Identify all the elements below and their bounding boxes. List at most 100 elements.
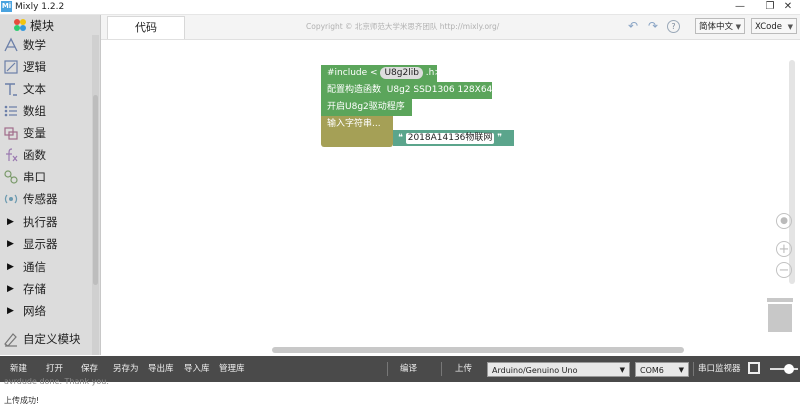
- expand-triangle-icon: ▶: [7, 306, 14, 316]
- include-lib-field[interactable]: U8g2lib: [380, 67, 423, 79]
- sidebar-item-storage[interactable]: ▶ 存储: [0, 278, 92, 300]
- input-label: 输入字符串...: [327, 119, 381, 129]
- upload-button[interactable]: 上传: [455, 356, 472, 382]
- console-line: avrdude done. Thank you.: [4, 377, 109, 386]
- sidebar-item-label: 存储: [23, 282, 46, 296]
- tab-bar: 代码 Copyright © 北京师范大学米思齐团队 http://mixly.…: [101, 15, 800, 40]
- chevron-down-icon: ▼: [619, 366, 625, 374]
- sidebar-item-sensor[interactable]: 传感器: [0, 188, 92, 210]
- language-select[interactable]: 简体中文 ▼: [695, 18, 745, 34]
- theme-select[interactable]: XCode ▼: [751, 18, 797, 34]
- sidebar-item-function[interactable]: 函数: [0, 144, 92, 166]
- sidebar-item-math[interactable]: 数学: [0, 34, 92, 56]
- toolbar-divider: [441, 362, 442, 376]
- title-bar: Mi Mixly 1.2.2 — ❐ ✕: [0, 0, 800, 15]
- sidebar-item-label: 文本: [23, 82, 46, 96]
- sidebar-item-text[interactable]: 文本: [0, 78, 92, 100]
- expand-triangle-icon: ▶: [7, 239, 14, 249]
- save-as-button[interactable]: 另存为: [113, 356, 139, 382]
- expand-triangle-icon: ▶: [7, 217, 14, 227]
- sidebar-item-network[interactable]: ▶ 网络: [0, 300, 92, 322]
- function-icon: [6, 148, 18, 162]
- modules-header-label: 模块: [30, 19, 55, 33]
- sidebar-scrollbar-thumb[interactable]: [93, 95, 98, 285]
- zoom-in-icon[interactable]: +: [776, 241, 792, 257]
- math-icon: [4, 37, 18, 52]
- minimize-button[interactable]: —: [728, 0, 752, 14]
- board-select-value: Arduino/Genuino Uno: [492, 366, 578, 375]
- string-value-field[interactable]: 2018A14136物联网: [405, 133, 495, 144]
- text-string-block[interactable]: ❝ 2018A14136物联网 ❞: [393, 130, 514, 146]
- sidebar-item-communication[interactable]: ▶ 通信: [0, 256, 92, 278]
- colorful-puzzle-icon: [14, 19, 26, 31]
- trash-icon[interactable]: [767, 298, 793, 302]
- recenter-icon[interactable]: ●: [776, 213, 792, 229]
- config-value-dropdown[interactable]: U8g2 SSD1306 128X64: [387, 85, 493, 95]
- sidebar-item-label: 自定义模块: [23, 332, 81, 346]
- serial-icon: [4, 170, 18, 184]
- chevron-down-icon: ▼: [678, 366, 684, 374]
- text-icon: [5, 83, 17, 96]
- modules-header: 模块: [13, 17, 54, 35]
- sidebar-item-list[interactable]: 数组: [0, 100, 92, 122]
- sidebar-item-logic[interactable]: 逻辑: [0, 56, 92, 78]
- variable-icon: [4, 127, 18, 140]
- port-select[interactable]: COM6 ▼: [635, 362, 689, 377]
- module-sidebar: 模块 数学 逻辑 文本 数组 变量 函数 串口 传感器 ▶ 执行器 ▶ 显示器 …: [0, 15, 101, 355]
- copyright-text: Copyright © 北京师范大学米思齐团队 http://mixly.org…: [306, 22, 500, 31]
- undo-icon[interactable]: ↶: [626, 19, 640, 33]
- compile-button[interactable]: 编译: [400, 356, 417, 382]
- window-title: Mixly 1.2.2: [15, 2, 65, 12]
- chip-icon[interactable]: [748, 362, 760, 374]
- sensor-icon: [4, 194, 18, 204]
- sidebar-item-custom-module[interactable]: 自定义模块: [0, 328, 92, 350]
- language-select-value: 简体中文: [699, 22, 734, 32]
- sidebar-item-label: 执行器: [23, 215, 58, 229]
- config-label: 配置构造函数: [327, 85, 382, 95]
- sidebar-item-label: 变量: [23, 126, 46, 140]
- custom-module-icon: [4, 333, 17, 347]
- init-driver-block[interactable]: 开启U8g2驱动程序: [321, 99, 412, 116]
- sidebar-item-label: 网络: [23, 304, 46, 318]
- redo-icon[interactable]: ↷: [646, 19, 660, 33]
- init-label: 开启U8g2驱动程序: [327, 102, 405, 112]
- tab-code[interactable]: 代码: [107, 16, 185, 39]
- sidebar-item-label: 传感器: [23, 192, 58, 206]
- sidebar-item-actuator[interactable]: ▶ 执行器: [0, 211, 92, 233]
- toolbar-divider: [387, 362, 388, 376]
- include-block[interactable]: #include < U8g2lib .h>: [321, 65, 442, 82]
- import-library-button[interactable]: 导入库: [184, 356, 210, 382]
- theme-select-value: XCode: [755, 22, 782, 32]
- open-quote-icon: ❝: [398, 133, 403, 143]
- include-prefix: #include <: [327, 68, 378, 78]
- chevron-down-icon: ▼: [735, 23, 741, 31]
- export-library-button[interactable]: 导出库: [148, 356, 174, 382]
- sidebar-item-serial[interactable]: 串口: [0, 166, 92, 188]
- close-button[interactable]: ✕: [776, 0, 800, 14]
- sidebar-item-display[interactable]: ▶ 显示器: [0, 233, 92, 255]
- console-line: 上传成功!: [4, 396, 40, 405]
- input-string-block[interactable]: 输入字符串...: [321, 116, 393, 147]
- bottom-toolbar: 新建 打开 保存 另存为 导出库 导入库 管理库 编译 上传 Arduino/G…: [0, 356, 800, 382]
- port-select-value: COM6: [640, 366, 664, 375]
- expand-triangle-icon: ▶: [7, 284, 14, 294]
- trash-can-body[interactable]: [768, 304, 792, 332]
- output-console: avrdude done. Thank you. 上传成功!: [0, 377, 800, 413]
- font-size-slider-knob[interactable]: [784, 364, 794, 374]
- zoom-out-icon[interactable]: −: [776, 262, 792, 278]
- serial-monitor-button[interactable]: 串口监视器: [698, 356, 741, 382]
- logic-icon: [4, 60, 18, 74]
- list-icon: [4, 105, 17, 117]
- workspace-horizontal-scrollbar[interactable]: [272, 347, 684, 353]
- close-quote-icon: ❞: [497, 133, 503, 143]
- sidebar-item-label: 通信: [23, 260, 46, 274]
- config-constructor-block[interactable]: 配置构造函数 U8g2 SSD1306 128X64: [321, 82, 492, 99]
- chevron-down-icon: ▼: [787, 23, 793, 31]
- sidebar-item-label: 数学: [23, 38, 46, 52]
- toolbar-divider: [693, 362, 694, 376]
- manage-library-button[interactable]: 管理库: [219, 356, 245, 382]
- sidebar-item-label: 显示器: [23, 237, 58, 251]
- sidebar-item-variable[interactable]: 变量: [0, 122, 92, 144]
- board-select[interactable]: Arduino/Genuino Uno ▼: [487, 362, 630, 377]
- help-icon[interactable]: ?: [667, 20, 680, 33]
